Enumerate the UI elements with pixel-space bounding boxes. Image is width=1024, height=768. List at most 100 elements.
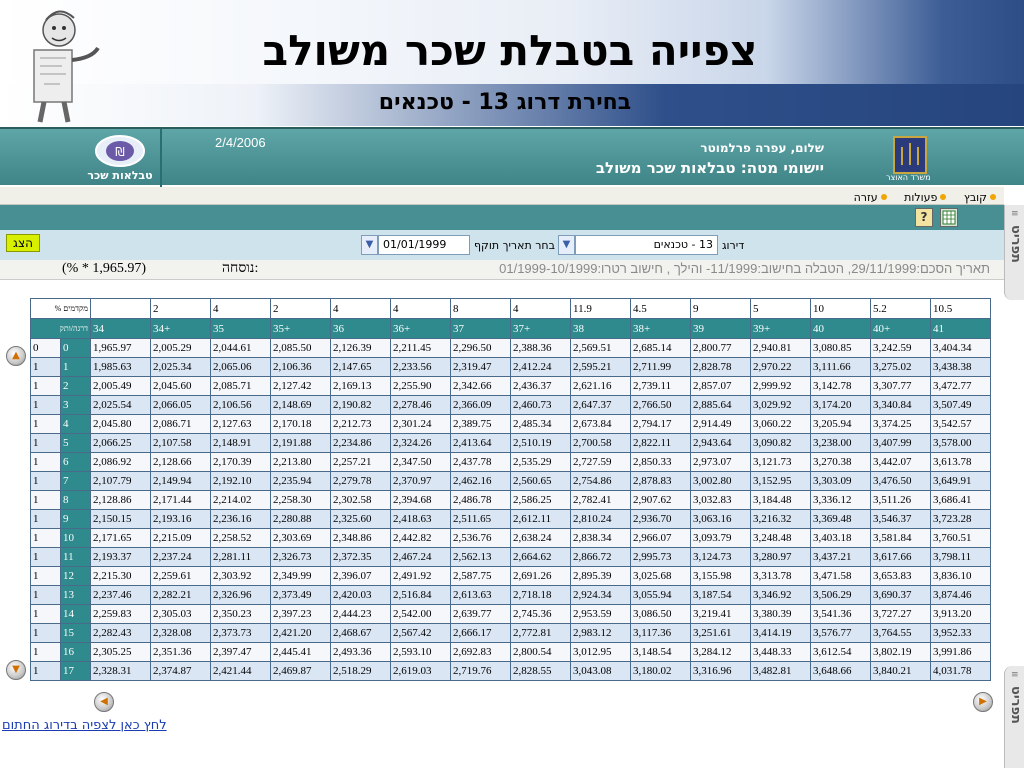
grade-dropdown-arrow-icon[interactable]: ▼ [558, 235, 575, 255]
salary-cell: 4,031.78 [930, 661, 991, 681]
scroll-up-button[interactable]: ▲ [6, 346, 26, 366]
scroll-right-button[interactable]: ▶ [973, 692, 993, 712]
salary-cell: 2,370.97 [390, 471, 451, 491]
salary-cell: 2,666.17 [450, 623, 511, 643]
scroll-left-button[interactable]: ◀ [94, 692, 114, 712]
salary-cell: 2,739.11 [630, 376, 691, 396]
table-row: 1 4 2,045.80 2,086.71 2,127.63 2,170.18 2,212.… [30, 414, 991, 434]
salary-cell: 3,060.22 [750, 414, 811, 434]
table-row: 1 10 2,171.65 2,215.09 2,258.52 2,303.69 2,348… [30, 528, 991, 548]
salary-cell: 3,124.73 [690, 547, 751, 567]
export-excel-icon[interactable] [940, 208, 958, 227]
salary-cell: 2,493.36 [330, 642, 391, 662]
salary-cell: 3,142.78 [810, 376, 871, 396]
salary-cell: 2,397.23 [270, 604, 331, 624]
show-button[interactable]: הצג [6, 234, 40, 252]
seniority-cell: 11 [60, 547, 91, 567]
salary-cell: 2,236.16 [210, 509, 271, 529]
menu-help[interactable]: עזרה [848, 187, 895, 205]
coefficient-cell: 10 [810, 298, 871, 319]
salary-cell: 3,025.68 [630, 566, 691, 586]
salary-cell: 2,279.78 [330, 471, 391, 491]
salary-cell: 2,828.78 [690, 357, 751, 377]
salary-cell: 3,686.41 [930, 490, 991, 510]
table-row: 1 15 2,282.43 2,328.08 2,373.73 2,421.20 2,468… [30, 623, 991, 643]
menu-file-label: קובץ [963, 190, 987, 204]
date-label: בחר תאריך תוקף [474, 239, 555, 252]
salary-cell: 2,303.92 [210, 566, 271, 586]
menu-actions[interactable]: פעולות [898, 187, 954, 205]
salary-cell: 2,215.09 [150, 528, 211, 548]
date-dropdown-arrow-icon[interactable]: ▼ [361, 235, 378, 255]
signed-grade-link[interactable]: לחץ כאן לצפיה בדירוג החתום [2, 718, 167, 733]
salary-cell: 3,576.77 [810, 623, 871, 643]
menu-file[interactable]: קובץ [958, 187, 1004, 205]
salary-cell: 2,772.81 [510, 623, 571, 643]
salary-cell: 2,148.69 [270, 395, 331, 415]
title-banner: צפייה בטבלת שכר משולב בחירת דרוג 13 - טכ… [0, 0, 1024, 126]
salary-cell: 2,718.18 [510, 585, 571, 605]
salary-cell: 2,192.10 [210, 471, 271, 491]
salary-cell: 2,259.83 [90, 604, 151, 624]
salary-cell: 2,258.52 [210, 528, 271, 548]
salary-cell: 2,281.11 [210, 547, 271, 567]
seniority-cell: 10 [60, 528, 91, 548]
salary-cell: 2,999.92 [750, 376, 811, 396]
salary-cell: 2,348.86 [330, 528, 391, 548]
salary-cell: 2,800.54 [510, 642, 571, 662]
grade-header-cell: 36+ [390, 318, 451, 339]
salary-cell: 2,619.03 [390, 661, 451, 681]
salary-cell: 3,471.58 [810, 566, 871, 586]
side-menu-tab-lower[interactable]: ≡ תפריט [1004, 666, 1024, 768]
salary-cell: 2,516.84 [390, 585, 451, 605]
help-icon[interactable]: ? [915, 208, 933, 227]
salary-cell: 2,190.82 [330, 395, 391, 415]
salary-cell: 2,822.11 [630, 433, 691, 453]
salary-cell: 2,691.26 [510, 566, 571, 586]
salary-cell: 2,350.23 [210, 604, 271, 624]
salary-cell: 2,412.24 [510, 357, 571, 377]
salary-cell: 2,462.16 [450, 471, 511, 491]
salary-cell: 2,213.80 [270, 452, 331, 472]
date-select[interactable]: 01/01/1999 [378, 235, 470, 255]
salary-cell: 2,436.37 [510, 376, 571, 396]
menu-help-label: עזרה [853, 190, 878, 204]
salary-cell: 2,711.99 [630, 357, 691, 377]
table-row: 1 9 2,150.15 2,193.16 2,236.16 2,280.88 2,325.… [30, 509, 991, 529]
grade-select[interactable]: 13 - טכנאים [575, 235, 718, 255]
salary-cell: 2,326.96 [210, 585, 271, 605]
salary-cell: 2,535.29 [510, 452, 571, 472]
salary-cell: 2,692.83 [450, 642, 511, 662]
salary-cell: 2,613.63 [450, 585, 511, 605]
salary-cell: 2,389.75 [450, 414, 511, 434]
salary-cell: 3,840.21 [870, 661, 931, 681]
salary-cell: 2,328.08 [150, 623, 211, 643]
salary-cell: 1,985.63 [90, 357, 151, 377]
salary-cell: 3,055.94 [630, 585, 691, 605]
grade-header-cell: 37 [450, 318, 511, 339]
scroll-down-button[interactable]: ▼ [6, 660, 26, 680]
salary-cell: 2,907.62 [630, 490, 691, 510]
salary-cell: 3,836.10 [930, 566, 991, 586]
coefficient-cell: 11.9 [570, 298, 631, 319]
salary-cell: 2,211.45 [390, 338, 451, 358]
seniority-cell: 0 [60, 338, 91, 358]
menu-actions-label: פעולות [904, 190, 938, 204]
salary-table-container[interactable]: % מקדמים 2 4 2 4 4 8 4 11.9 4.5 9 5 10 5.2 10.5 דרגה/ות… [30, 298, 998, 686]
salary-cell: 3,727.27 [870, 604, 931, 624]
coefficient-cell [90, 298, 151, 319]
salary-cell: 3,063.16 [690, 509, 751, 529]
step-flag-cell: 1 [30, 509, 61, 529]
side-menu-tab[interactable]: ≡ תפריט [1004, 205, 1024, 300]
salary-cell: 2,106.36 [270, 357, 331, 377]
salary-cell: 2,437.78 [450, 452, 511, 472]
salary-cell: 3,280.97 [750, 547, 811, 567]
salary-cell: 2,857.07 [690, 376, 751, 396]
salary-cell: 3,238.00 [810, 433, 871, 453]
salary-cell: 2,445.41 [270, 642, 331, 662]
salary-cell: 2,940.81 [750, 338, 811, 358]
salary-cell: 3,438.38 [930, 357, 991, 377]
salary-cell: 3,032.83 [690, 490, 751, 510]
salary-cell: 2,673.84 [570, 414, 631, 434]
seniority-cell: 3 [60, 395, 91, 415]
